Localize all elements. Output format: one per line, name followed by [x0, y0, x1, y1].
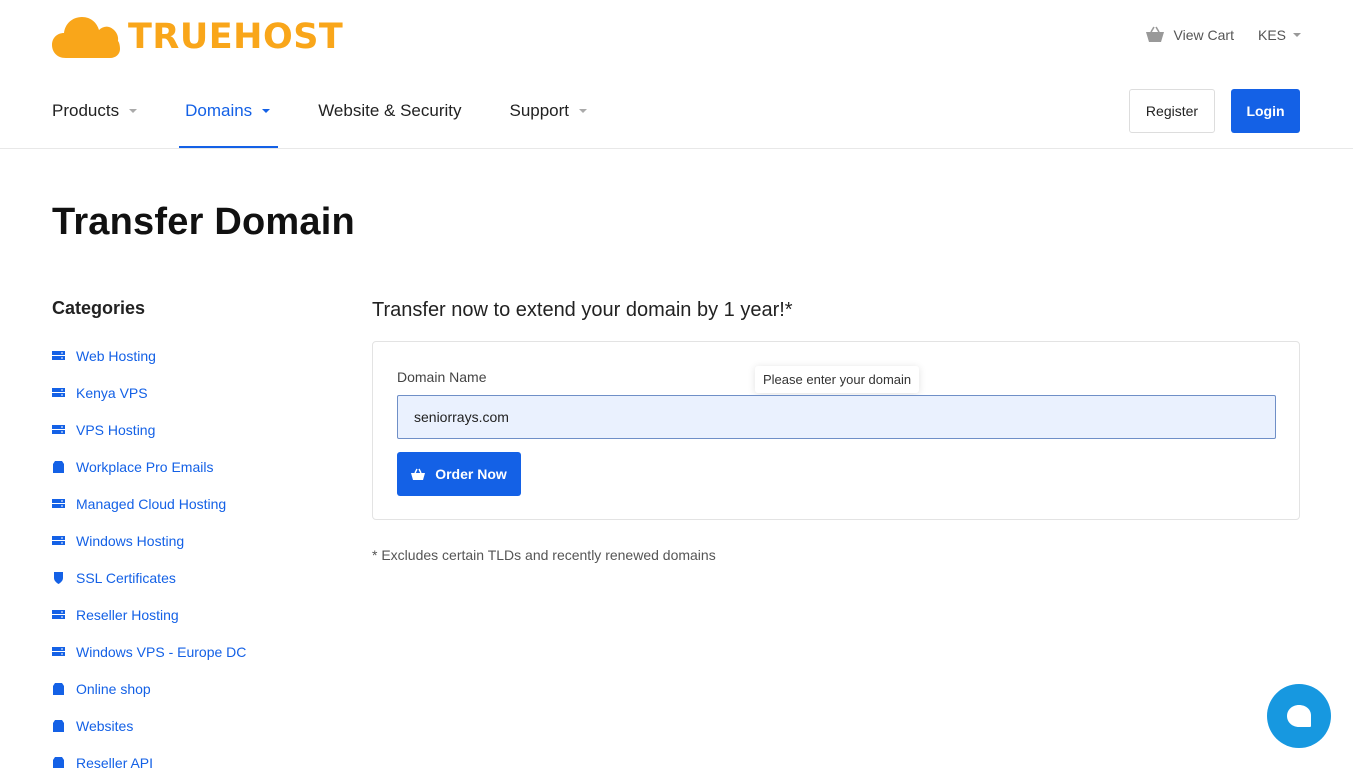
nav-domains-label: Domains: [185, 101, 253, 120]
basket-icon: [411, 468, 426, 480]
basket-icon: [1145, 26, 1164, 42]
sidebar-item-reseller-hosting[interactable]: Reseller Hosting: [52, 596, 312, 633]
sidebar-item-online-shop[interactable]: Online shop: [52, 670, 312, 707]
box-icon: [53, 460, 64, 473]
sidebar-item-label: SSL Certificates: [76, 569, 176, 586]
sidebar-item-label: Online shop: [76, 680, 151, 697]
nav-website-security-label: Website & Security: [318, 101, 462, 120]
sidebar-item-label: Reseller Hosting: [76, 606, 179, 623]
server-icon: [52, 387, 65, 397]
chevron-down-icon: [129, 109, 138, 113]
sidebar-item-vps-hosting[interactable]: VPS Hosting: [52, 411, 312, 448]
sidebar-item-label: Workplace Pro Emails: [76, 458, 214, 475]
server-icon: [52, 424, 65, 434]
sidebar-item-reseller-api[interactable]: Reseller API: [52, 744, 312, 768]
view-cart-label: View Cart: [1173, 27, 1234, 43]
sidebar-item-label: Kenya VPS: [76, 384, 148, 401]
server-icon: [52, 609, 65, 619]
sidebar-item-label: Reseller API: [76, 754, 154, 768]
sidebar-item-label: Windows VPS - Europe DC: [76, 643, 247, 660]
register-button[interactable]: Register: [1129, 89, 1215, 133]
sidebar-item-label: VPS Hosting: [76, 421, 156, 438]
server-icon: [52, 350, 65, 360]
footnote: * Excludes certain TLDs and recently ren…: [372, 547, 716, 563]
chat-widget-button[interactable]: [1267, 684, 1331, 748]
order-now-label: Order Now: [435, 466, 507, 482]
server-icon: [52, 646, 65, 656]
top-utility-bar: View Cart KES: [1145, 26, 1301, 44]
transfer-heading: Transfer now to extend your domain by 1 …: [372, 299, 793, 321]
header-divider: [0, 148, 1353, 149]
sidebar-item-windows-vps-europe-dc[interactable]: Windows VPS - Europe DC: [52, 633, 312, 670]
sidebar-item-label: Managed Cloud Hosting: [76, 495, 227, 512]
server-icon: [52, 498, 65, 508]
currency-label: KES: [1257, 27, 1286, 43]
box-icon: [53, 719, 64, 732]
chat-icon: [1287, 705, 1311, 727]
order-now-button[interactable]: Order Now: [397, 452, 521, 496]
sidebar-item-label: Web Hosting: [76, 347, 156, 364]
nav-domains[interactable]: Domains: [179, 89, 279, 149]
domain-name-label: Domain Name: [397, 369, 487, 385]
validation-tooltip: Please enter your domain: [755, 366, 920, 393]
currency-selector[interactable]: KES: [1258, 27, 1301, 43]
sidebar-item-websites[interactable]: Websites: [52, 707, 312, 744]
view-cart-link[interactable]: View Cart: [1145, 26, 1234, 44]
nav-support-label: Support: [509, 101, 570, 120]
chevron-down-icon: [1293, 33, 1301, 37]
chevron-down-icon: [262, 109, 271, 113]
categories-sidebar: Categories Web Hosting Kenya VPS VPS Hos…: [52, 298, 312, 768]
chevron-down-icon: [579, 109, 588, 113]
nav-website-security[interactable]: Website & Security: [318, 89, 461, 149]
sidebar-item-label: Windows Hosting: [76, 532, 185, 549]
truehost-logo[interactable]: TRUEHOST: [52, 14, 343, 60]
domain-name-input[interactable]: [397, 395, 1276, 439]
page-title: Transfer Domain: [52, 201, 355, 243]
sidebar-title: Categories: [52, 298, 146, 318]
nav-products-label: Products: [52, 101, 120, 120]
sidebar-item-web-hosting[interactable]: Web Hosting: [52, 337, 312, 374]
server-icon: [52, 535, 65, 545]
auth-buttons: Register Login: [1129, 89, 1300, 133]
shield-icon: [54, 571, 63, 584]
sidebar-item-windows-hosting[interactable]: Windows Hosting: [52, 522, 312, 559]
sidebar-item-managed-cloud-hosting[interactable]: Managed Cloud Hosting: [52, 485, 312, 522]
logo-text: TRUEHOST: [128, 17, 344, 57]
sidebar-item-kenya-vps[interactable]: Kenya VPS: [52, 374, 312, 411]
login-button[interactable]: Login: [1231, 89, 1300, 133]
cloud-logo-icon: [52, 17, 120, 58]
box-icon: [53, 756, 64, 768]
box-icon: [53, 682, 64, 695]
sidebar-item-ssl-certificates[interactable]: SSL Certificates: [52, 559, 312, 596]
sidebar-item-label: Websites: [76, 717, 134, 734]
nav-support[interactable]: Support: [509, 89, 588, 149]
transfer-form-card: Domain Name Please enter your domain Ord…: [372, 341, 1300, 520]
nav-products[interactable]: Products: [52, 89, 138, 149]
main-nav: Products Domains Website & Security Supp…: [52, 89, 635, 149]
sidebar-item-workplace-pro-emails[interactable]: Workplace Pro Emails: [52, 448, 312, 485]
